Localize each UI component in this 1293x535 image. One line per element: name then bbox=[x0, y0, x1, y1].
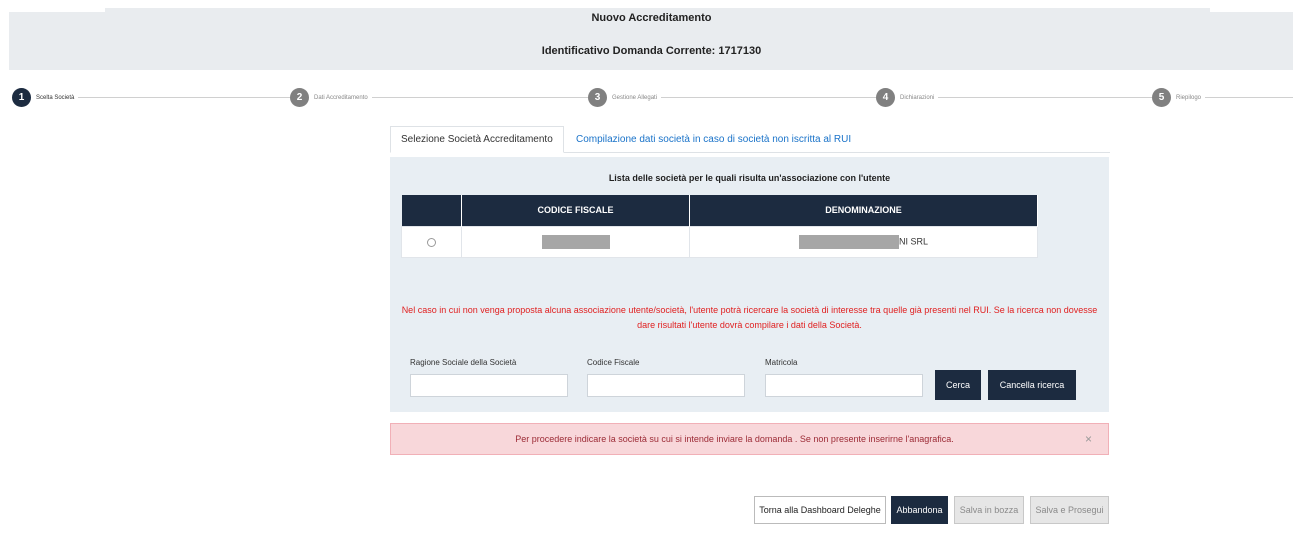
step-number: 4 bbox=[876, 88, 895, 107]
ragione-sociale-label: Ragione Sociale della Società bbox=[410, 358, 517, 367]
tab-bar: Selezione Società Accreditamento Compila… bbox=[390, 126, 1110, 153]
header-notch-left bbox=[9, 8, 105, 12]
codice-fiscale-input[interactable] bbox=[587, 374, 745, 397]
step-3[interactable]: 3 Gestione Allegati bbox=[588, 88, 662, 107]
codice-fiscale-label: Codice Fiscale bbox=[587, 358, 640, 367]
step-4[interactable]: 4 Dichiarazioni bbox=[876, 88, 939, 107]
step-label: Scelta Società bbox=[36, 94, 75, 101]
alert-message: Per procedere indicare la società su cui… bbox=[390, 423, 1109, 455]
salva-prosegui-button[interactable]: Salva e Prosegui bbox=[1030, 496, 1109, 524]
step-number: 3 bbox=[588, 88, 607, 107]
column-header-codice-fiscale: CODICE FISCALE bbox=[461, 195, 690, 226]
step-label: Dichiarazioni bbox=[900, 94, 935, 101]
redacted-block bbox=[798, 234, 899, 249]
step-number: 1 bbox=[12, 88, 31, 107]
header-notch-right bbox=[1210, 8, 1293, 12]
step-number: 2 bbox=[290, 88, 309, 107]
codice-fiscale-cell bbox=[461, 225, 690, 258]
companies-table: CODICE FISCALE DENOMINAZIONE NI SRL bbox=[401, 195, 1038, 258]
table-row[interactable]: NI SRL bbox=[401, 225, 1038, 258]
selection-panel: Lista delle società per le quali risulta… bbox=[390, 157, 1109, 412]
matricola-label: Matricola bbox=[765, 358, 798, 367]
denominazione-suffix: NI SRL bbox=[898, 235, 928, 246]
ragione-sociale-input[interactable] bbox=[410, 374, 568, 397]
page-header: Nuovo Accreditamento Identificativo Doma… bbox=[9, 8, 1293, 70]
step-number: 5 bbox=[1152, 88, 1171, 107]
step-2[interactable]: 2 Dati Accreditamento bbox=[290, 88, 372, 107]
tab-compilazione-dati[interactable]: Compilazione dati società in caso di soc… bbox=[566, 126, 861, 153]
step-label: Dati Accreditamento bbox=[314, 94, 368, 101]
column-header-denominazione: DENOMINAZIONE bbox=[689, 195, 1038, 226]
column-header-select bbox=[401, 195, 462, 226]
row-select-cell[interactable] bbox=[401, 225, 462, 258]
table-header-row: CODICE FISCALE DENOMINAZIONE bbox=[401, 195, 1038, 226]
cerca-button[interactable]: Cerca bbox=[935, 370, 981, 400]
abbandona-button[interactable]: Abbandona bbox=[891, 496, 948, 524]
application-id: Identificativo Domanda Corrente: 1717130 bbox=[541, 45, 762, 57]
redacted-block bbox=[541, 234, 610, 249]
alert-text: Per procedere indicare la società su cui… bbox=[515, 434, 954, 444]
search-warning: Nel caso in cui non venga proposta alcun… bbox=[401, 305, 1098, 330]
tab-selezione-societa[interactable]: Selezione Società Accreditamento bbox=[390, 126, 564, 153]
matricola-input[interactable] bbox=[765, 374, 923, 397]
row-radio[interactable] bbox=[427, 237, 436, 247]
step-label: Gestione Allegati bbox=[612, 94, 658, 101]
wizard-stepper: 1 Scelta Società 2 Dati Accreditamento 3… bbox=[0, 86, 1293, 110]
denominazione-cell: NI SRL bbox=[689, 225, 1038, 258]
cancella-ricerca-button[interactable]: Cancella ricerca bbox=[988, 370, 1076, 400]
step-label: Riepilogo bbox=[1176, 94, 1202, 101]
torna-dashboard-button[interactable]: Torna alla Dashboard Deleghe bbox=[754, 496, 886, 524]
salva-bozza-button[interactable]: Salva in bozza bbox=[954, 496, 1024, 524]
page-title: Nuovo Accreditamento bbox=[591, 12, 712, 24]
panel-title: Lista delle società per le quali risulta… bbox=[608, 173, 891, 183]
close-icon[interactable]: × bbox=[1085, 432, 1092, 446]
step-5[interactable]: 5 Riepilogo bbox=[1152, 88, 1206, 107]
step-1[interactable]: 1 Scelta Società bbox=[12, 88, 79, 107]
